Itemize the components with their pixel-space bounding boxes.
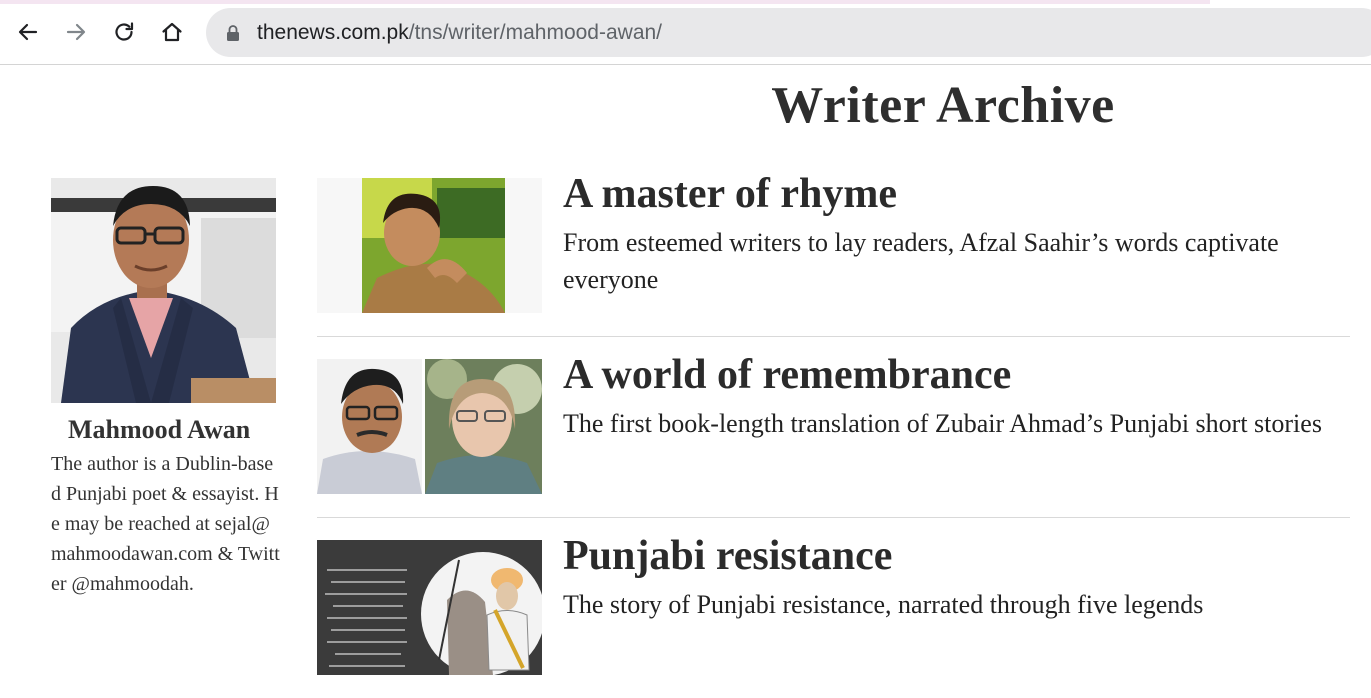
author-name[interactable]: Mahmood Awan <box>68 415 283 445</box>
page-title: Writer Archive <box>771 77 1115 134</box>
article-headline[interactable]: Punjabi resistance <box>563 532 892 580</box>
home-icon <box>162 22 182 42</box>
article-headline[interactable]: A world of remembrance <box>563 351 1011 399</box>
article-image <box>317 178 542 313</box>
article-summary: From esteemed writers to lay readers, Af… <box>563 228 1279 294</box>
reload-icon <box>115 22 134 41</box>
tab-strip-edge <box>0 0 1210 4</box>
author-photo <box>51 178 276 403</box>
back-button[interactable] <box>10 14 46 50</box>
article-thumbnail[interactable] <box>317 540 542 675</box>
reload-button[interactable] <box>106 14 142 50</box>
article-image <box>317 540 542 675</box>
article-summary: The story of Punjabi resistance, narrate… <box>563 590 1204 619</box>
forward-icon <box>66 23 86 41</box>
divider <box>317 517 1350 518</box>
forward-button[interactable] <box>58 14 94 50</box>
url-text[interactable]: thenews.com.pk/tns/writer/mahmood-awan/ <box>257 21 662 45</box>
url-host: thenews.com.pk <box>257 21 409 44</box>
article-thumbnail[interactable] <box>317 359 542 494</box>
back-icon <box>18 23 38 41</box>
divider <box>317 336 1350 337</box>
home-button[interactable] <box>154 14 190 50</box>
address-bar[interactable]: thenews.com.pk/tns/writer/mahmood-awan/ <box>206 8 1371 57</box>
lock-icon[interactable] <box>224 24 242 42</box>
article-image <box>317 359 542 494</box>
browser-toolbar: thenews.com.pk/tns/writer/mahmood-awan/ <box>0 0 1371 65</box>
article-item: Punjabi resistance The story of Punjabi … <box>317 533 1350 675</box>
article-item: A master of rhyme From esteemed writers … <box>317 171 1350 313</box>
author-bio: The author is a Dublin-based Punjabi poe… <box>51 453 280 595</box>
author-card: Mahmood Awan The author is a Dublin-base… <box>51 178 283 599</box>
article-headline[interactable]: A master of rhyme <box>563 170 897 218</box>
article-summary: The first book-length translation of Zub… <box>563 409 1322 438</box>
article-item: A world of remembrance The first book-le… <box>317 352 1350 494</box>
article-thumbnail[interactable] <box>317 178 542 313</box>
url-path: /tns/writer/mahmood-awan/ <box>408 21 663 44</box>
